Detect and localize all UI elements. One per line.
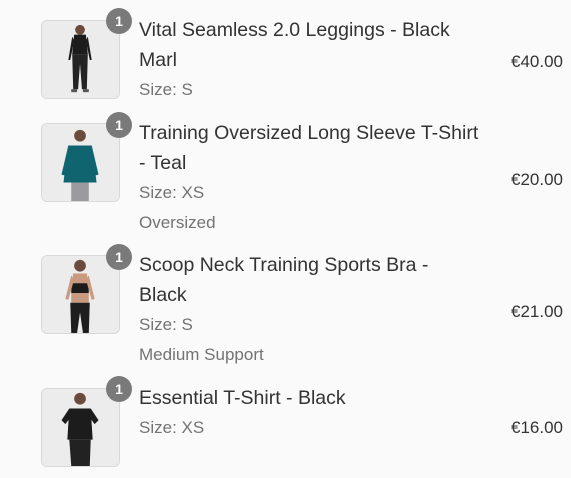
item-price: €20.00 <box>511 170 563 189</box>
item-details: Vital Seamless 2.0 Leggings - Black Marl… <box>139 15 479 105</box>
product-name[interactable]: Training Oversized Long Sleeve T-Shirt -… <box>139 118 479 178</box>
quantity-badge: 1 <box>106 112 132 138</box>
quantity-badge: 1 <box>106 244 132 270</box>
leggings-illustration <box>42 21 119 98</box>
leggings-product-image <box>41 20 120 99</box>
item-price: €21.00 <box>511 302 563 321</box>
long-sleeve-product-image <box>41 123 120 202</box>
tshirt-illustration <box>42 389 119 466</box>
fit-label: Oversized <box>139 213 216 232</box>
item-price: €16.00 <box>511 418 563 437</box>
size-label: Size: XS <box>139 418 205 437</box>
product-name[interactable]: Vital Seamless 2.0 Leggings - Black Marl <box>139 15 479 75</box>
sports-bra-illustration <box>42 256 119 333</box>
product-name[interactable]: Essential T-Shirt - Black <box>139 383 479 413</box>
long-sleeve-illustration <box>42 124 119 201</box>
order-summary-list: 1 Vital Seamless 2.0 Leggings - Black Ma… <box>0 0 571 478</box>
support-label: Medium Support <box>139 345 264 364</box>
product-name[interactable]: Scoop Neck Training Sports Bra - Black <box>139 250 479 310</box>
sports-bra-product-image <box>41 255 120 334</box>
item-details: Training Oversized Long Sleeve T-Shirt -… <box>139 118 479 238</box>
item-price: €40.00 <box>511 52 563 71</box>
size-label: Size: XS <box>139 183 205 202</box>
size-label: Size: S <box>139 315 193 334</box>
item-details: Essential T-Shirt - Black Size: XS <box>139 383 479 443</box>
quantity-badge: 1 <box>106 376 132 402</box>
item-details: Scoop Neck Training Sports Bra - Black S… <box>139 250 479 370</box>
tshirt-product-image <box>41 388 120 467</box>
quantity-badge: 1 <box>106 8 132 34</box>
size-label: Size: S <box>139 80 193 99</box>
